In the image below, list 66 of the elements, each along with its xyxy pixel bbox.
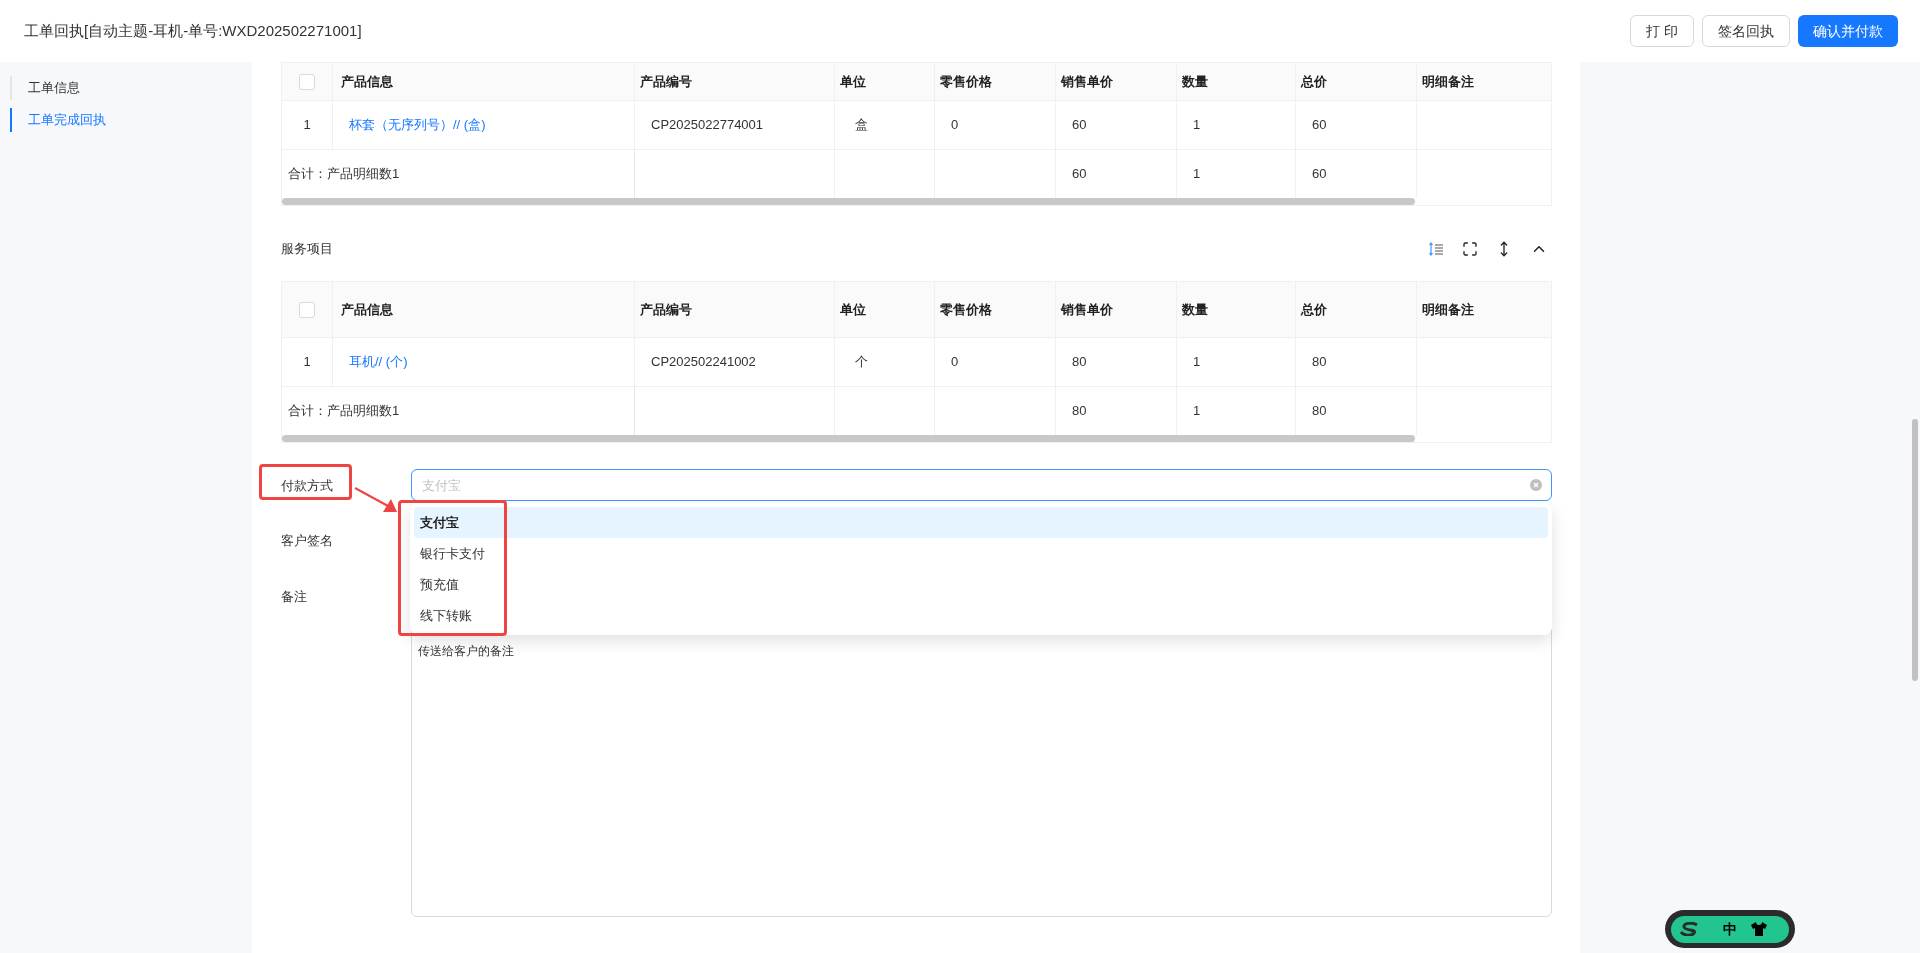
remark-text: 传送给客户的备注 bbox=[418, 644, 514, 658]
dropdown-option[interactable]: 银行卡支付 bbox=[414, 538, 1548, 569]
table-cell-text: 60 bbox=[1072, 165, 1087, 184]
table-cell-text: 80 bbox=[1072, 353, 1087, 372]
section-title: 服务项目 bbox=[281, 240, 333, 259]
field-label: 备注 bbox=[281, 588, 308, 606]
column-header: 销售单价 bbox=[1061, 300, 1113, 319]
table-cell-text: CP202502241002 bbox=[651, 353, 756, 372]
column-header: 产品信息 bbox=[341, 300, 393, 319]
column-header: 产品编号 bbox=[640, 300, 692, 319]
select-all-checkbox[interactable] bbox=[299, 301, 315, 318]
fullscreen-icon[interactable] bbox=[1462, 241, 1478, 257]
table-cell-text: 盒 bbox=[855, 116, 868, 135]
column-header: 数量 bbox=[1182, 300, 1208, 319]
select-all-checkbox[interactable] bbox=[299, 73, 315, 90]
table-cell-text: 60 bbox=[1072, 116, 1087, 135]
table-scrollbar[interactable] bbox=[282, 435, 1415, 442]
table-cell-text: 0 bbox=[951, 116, 959, 135]
table-cell-text: 80 bbox=[1312, 402, 1327, 421]
column-header: 单位 bbox=[840, 300, 866, 319]
header-button[interactable]: 打 印 bbox=[1630, 15, 1694, 47]
row-number: 1 bbox=[303, 116, 311, 135]
clear-icon[interactable] bbox=[1530, 479, 1542, 491]
column-header: 销售单价 bbox=[1061, 72, 1113, 91]
column-header: 产品编号 bbox=[640, 72, 692, 91]
column-header: 数量 bbox=[1182, 72, 1208, 91]
column-header: 零售价格 bbox=[940, 300, 992, 319]
table-cell-text: 个 bbox=[855, 353, 868, 372]
table-cell-text: CP2025022774001 bbox=[651, 116, 764, 135]
table-cell-text: 60 bbox=[1312, 165, 1327, 184]
product-link[interactable]: 杯套（无序列号）// (盒) bbox=[349, 115, 486, 135]
dropdown-option[interactable]: 支付宝 bbox=[414, 507, 1548, 538]
table-cell-text: 60 bbox=[1312, 116, 1327, 135]
column-header: 总价 bbox=[1301, 300, 1327, 319]
row-height-icon[interactable] bbox=[1428, 241, 1444, 257]
dropdown-option[interactable]: 预充值 bbox=[414, 569, 1548, 600]
table-cell-text: 1 bbox=[1193, 402, 1201, 421]
table-cell-text: 0 bbox=[951, 353, 959, 372]
table-cell-text: 1 bbox=[1193, 116, 1201, 135]
column-header: 零售价格 bbox=[940, 72, 992, 91]
table-cell-text: 1 bbox=[1193, 353, 1201, 372]
row-number: 1 bbox=[303, 353, 311, 372]
column-header: 总价 bbox=[1301, 72, 1327, 91]
column-header: 明细备注 bbox=[1422, 72, 1474, 91]
summary-label: 合计：产品明细数1 bbox=[288, 165, 400, 184]
header-button[interactable]: 签名回执 bbox=[1702, 15, 1790, 47]
dropdown-option[interactable]: 线下转账 bbox=[414, 600, 1548, 631]
summary-label: 合计：产品明细数1 bbox=[288, 402, 400, 421]
annotation-arrow bbox=[354, 486, 398, 514]
field-label: 客户签名 bbox=[281, 532, 333, 551]
shirt-icon[interactable] bbox=[1751, 922, 1767, 936]
page-title: 工单回执[自动主题-耳机-单号:WXD202502271001] bbox=[24, 20, 362, 41]
ime-toolbar[interactable]: 中 bbox=[1665, 910, 1795, 948]
product-link[interactable]: 耳机// (个) bbox=[349, 352, 408, 372]
column-header: 产品信息 bbox=[341, 72, 393, 91]
input-mode[interactable]: 中 bbox=[1723, 918, 1737, 940]
table-scrollbar[interactable] bbox=[282, 198, 1415, 205]
column-header: 单位 bbox=[840, 72, 866, 91]
header-button[interactable]: 确认并付款 bbox=[1798, 15, 1898, 47]
table-cell-text: 80 bbox=[1312, 353, 1327, 372]
table-cell-text: 80 bbox=[1072, 402, 1087, 421]
page-scrollbar[interactable] bbox=[1912, 419, 1918, 681]
payment-select[interactable]: 支付宝 bbox=[411, 469, 1552, 501]
column-header: 明细备注 bbox=[1422, 300, 1474, 319]
field-label: 付款方式 bbox=[281, 478, 333, 493]
table-cell-text: 1 bbox=[1193, 165, 1201, 184]
